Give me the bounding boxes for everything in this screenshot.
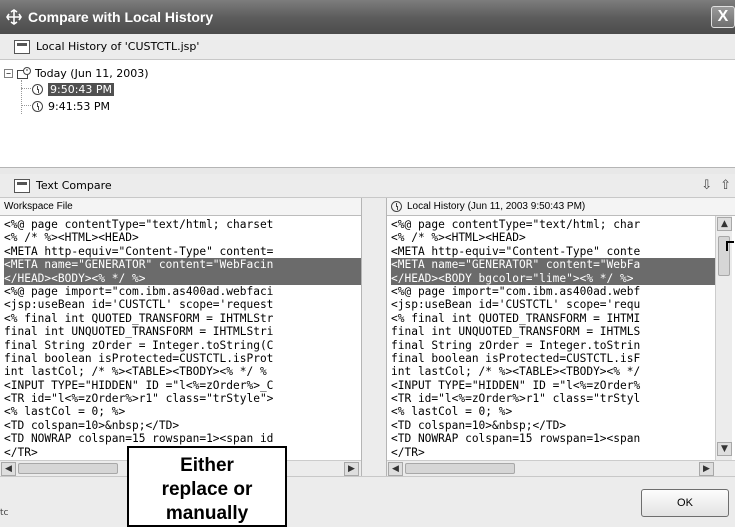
ok-button[interactable]: OK [641, 489, 729, 517]
code-line[interactable]: <% /* %><HTML><HEAD> [4, 231, 361, 244]
right-horizontal-scrollbar[interactable]: ◀ ▶ [387, 460, 735, 476]
clock-icon [32, 100, 43, 112]
annotation-callout: Either replace or manually [127, 446, 287, 527]
history-entry[interactable]: 9:41:53 PM [32, 98, 110, 114]
code-line[interactable]: final int UNQUOTED_TRANSFORM = IHTMLStri [4, 325, 361, 338]
code-line[interactable]: final boolean isProtected=CUSTCTL.isF [391, 352, 715, 365]
left-code-text[interactable]: <%@ page contentType="text/html; charset… [0, 216, 361, 459]
code-line[interactable]: <jsp:useBean id='CUSTCTL' scope='requ [391, 298, 715, 311]
window-title: Compare with Local History [28, 9, 214, 25]
clock-icon [32, 83, 43, 95]
history-entry[interactable]: 9:50:43 PM [32, 81, 115, 97]
code-line[interactable]: <META name="GENERATOR" content="WebFa [391, 258, 715, 272]
scroll-right-arrow-icon[interactable]: ▶ [699, 462, 714, 476]
title-bar: Compare with Local History X [0, 0, 735, 34]
history-view-icon [14, 39, 30, 54]
code-line[interactable]: final String zOrder = Integer.toStrin [391, 339, 715, 352]
left-code-pane[interactable]: <%@ page contentType="text/html; charset… [0, 216, 361, 460]
code-line[interactable]: <%@ page contentType="text/html; char [391, 218, 715, 231]
code-line[interactable]: final boolean isProtected=CUSTCTL.isProt [4, 352, 361, 365]
clock-icon [391, 201, 402, 212]
code-line[interactable]: int lastCol; /* %><TABLE><TBODY><% */ % [4, 365, 361, 378]
code-line[interactable]: <TD NOWRAP colspan=15 rowspan=1><span id [4, 432, 361, 445]
code-line[interactable]: <TD colspan=10>&nbsp;</TD> [4, 419, 361, 432]
code-line[interactable]: <% lastCol = 0; %> [391, 405, 715, 418]
code-line[interactable]: <META name="GENERATOR" content="WebFacin [4, 258, 361, 272]
code-line[interactable]: <% lastCol = 0; %> [4, 405, 361, 418]
code-line[interactable]: final String zOrder = Integer.toString(C [4, 339, 361, 352]
scroll-left-arrow-icon[interactable]: ◀ [1, 462, 16, 476]
button-bar [0, 476, 735, 527]
local-history-header: Local History of 'CUSTCTL.jsp' [0, 34, 735, 60]
local-history-version-label: Local History (Jun 11, 2003 9:50:43 PM) [407, 201, 586, 212]
horizontal-scroll-thumb[interactable] [405, 463, 515, 474]
scroll-up-arrow-icon[interactable]: ▲ [717, 217, 732, 231]
code-line[interactable]: <TR id="l<%=zOrder%>r1" class="trStyle"> [4, 392, 361, 405]
compare-icon [6, 9, 22, 25]
history-group-today[interactable]: − Today (Jun 11, 2003) [4, 65, 149, 81]
mouse-cursor-icon [726, 241, 734, 251]
code-line[interactable]: <% /* %><HTML><HEAD> [391, 231, 715, 244]
collapse-icon[interactable]: − [4, 68, 13, 78]
code-line[interactable]: <META http-equiv="Content-Type" content= [4, 245, 361, 258]
code-line[interactable]: <jsp:useBean id='CUSTCTL' scope='request [4, 298, 361, 311]
right-code-text[interactable]: <%@ page contentType="text/html; char <% … [387, 216, 715, 459]
scroll-right-arrow-icon[interactable]: ▶ [344, 462, 359, 476]
right-pane-label: Local History (Jun 11, 2003 9:50:43 PM) [387, 198, 735, 216]
history-entry-time[interactable]: 9:41:53 PM [48, 100, 110, 113]
code-line[interactable]: <%@ page import="com.ibm.as400ad.webfaci [4, 285, 361, 298]
code-line[interactable]: <TD NOWRAP colspan=15 rowspan=1><span [391, 432, 715, 445]
workspace-file-label: Workspace File [4, 201, 73, 212]
history-tree: − Today (Jun 11, 2003) 9:50:43 PM 9:41:5… [0, 60, 735, 168]
code-line[interactable]: <TR id="l<%=zOrder%>r1" class="trStyl [391, 392, 715, 405]
horizontal-scroll-thumb[interactable] [18, 463, 118, 474]
right-vertical-scrollbar[interactable]: ▲ ▼ [715, 216, 732, 460]
code-line[interactable]: </HEAD><BODY><% */ %> [4, 271, 361, 285]
scroll-left-arrow-icon[interactable]: ◀ [388, 462, 403, 476]
previous-difference-icon[interactable]: ⇧ [720, 178, 731, 193]
code-line[interactable]: <%@ page import="com.ibm.as400ad.webf [391, 285, 715, 298]
history-group-label: Today (Jun 11, 2003) [35, 66, 149, 80]
local-history-title: Local History of 'CUSTCTL.jsp' [36, 40, 200, 53]
scroll-down-arrow-icon[interactable]: ▼ [717, 442, 732, 456]
code-line[interactable]: <META http-equiv="Content-Type" conte [391, 245, 715, 258]
code-line[interactable]: <%@ page contentType="text/html; charset [4, 218, 361, 231]
text-compare-title: Text Compare [36, 179, 112, 192]
code-line[interactable]: <% final int QUOTED_TRANSFORM = IHTMI [391, 312, 715, 325]
code-line[interactable]: int lastCol; /* %><TABLE><TBODY><% */ [391, 365, 715, 378]
code-line[interactable]: final int UNQUOTED_TRANSFORM = IHTMLS [391, 325, 715, 338]
close-button[interactable]: X [711, 6, 735, 28]
next-difference-icon[interactable]: ⇩ [701, 178, 712, 193]
calendar-clock-icon [17, 67, 31, 79]
code-line[interactable]: </TR> [391, 446, 715, 459]
callout-line: Either [180, 455, 234, 476]
history-entry-time-selected[interactable]: 9:50:43 PM [48, 82, 115, 96]
compare-gutter [361, 198, 387, 476]
text-compare-header: Text Compare ⇩ ⇧ [0, 174, 735, 198]
partial-text: tc [0, 508, 9, 518]
compare-view-icon [14, 178, 30, 193]
code-line[interactable]: <% final int QUOTED_TRANSFORM = IHTMLStr [4, 312, 361, 325]
code-line[interactable]: <TD colspan=10>&nbsp;</TD> [391, 419, 715, 432]
left-pane-label: Workspace File [0, 198, 361, 216]
callout-line: manually [165, 503, 249, 524]
code-line[interactable]: </HEAD><BODY bgcolor="lime"><% */ %> [391, 271, 715, 285]
code-line[interactable]: <INPUT TYPE="HIDDEN" ID ="l<%=zOrder%>_C [4, 379, 361, 392]
right-code-pane[interactable]: <%@ page contentType="text/html; char <% … [387, 216, 715, 460]
callout-line: replace or [161, 479, 253, 500]
code-line[interactable]: <INPUT TYPE="HIDDEN" ID ="l<%=zOrder% [391, 379, 715, 392]
